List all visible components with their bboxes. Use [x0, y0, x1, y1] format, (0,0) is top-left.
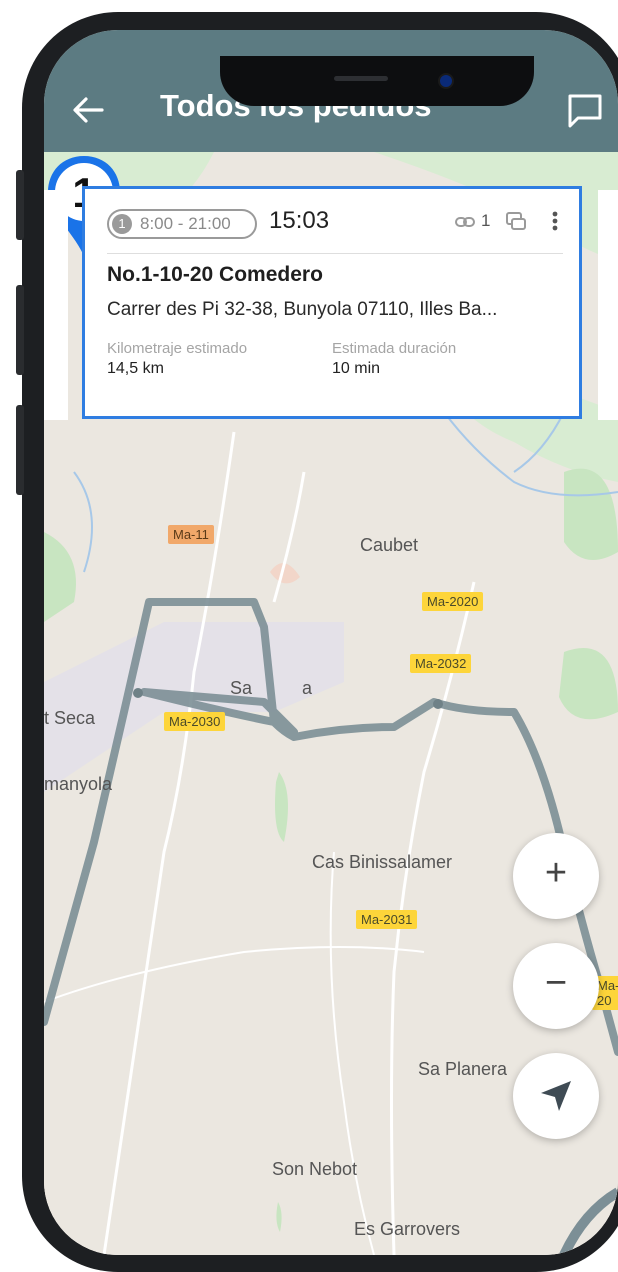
- time-window-badge: 1 8:00 - 21:00: [107, 209, 257, 239]
- map-place-label: Caubet: [360, 535, 419, 555]
- road-label: Ma-11: [168, 525, 214, 544]
- message-icon[interactable]: [505, 211, 527, 233]
- order-address: Carrer des Pi 32-38, Bunyola 07110, Ille…: [107, 299, 498, 320]
- phone-side-button: [16, 285, 24, 375]
- more-vert-icon[interactable]: [551, 209, 559, 233]
- card-divider: [107, 253, 563, 254]
- time-window: 8:00 - 21:00: [140, 214, 231, 233]
- map-place-label: Es Garrovers: [354, 1219, 461, 1239]
- phone-side-button: [16, 405, 24, 495]
- phone-side-button: [16, 170, 24, 240]
- minus-icon: −: [544, 962, 568, 1004]
- navigation-arrow-icon: [541, 1081, 571, 1111]
- map-place-label: Son Nebot: [272, 1159, 358, 1179]
- map-place-label: Sa Planera: [418, 1059, 508, 1079]
- map-place-label: manyola: [44, 774, 113, 794]
- order-card[interactable]: 1 8:00 - 21:00 15:03 1 No.1-10-20 Comede…: [82, 186, 582, 419]
- road-label: Ma-2020: [422, 592, 484, 611]
- distance-label: Kilometraje estimado: [107, 340, 248, 357]
- back-button[interactable]: [68, 90, 108, 130]
- duration-label: Estimada duración: [332, 340, 457, 357]
- map-place-label: Sa: [230, 678, 253, 698]
- links-count: 1: [481, 211, 491, 230]
- road-label: Ma-2032: [410, 654, 472, 673]
- next-card-edge[interactable]: [598, 190, 618, 420]
- chat-button[interactable]: [564, 90, 606, 130]
- phone-speaker: [334, 76, 388, 81]
- locate-button[interactable]: [513, 1053, 599, 1139]
- distance-value: 14,5 km: [107, 360, 164, 377]
- map-place-label: a: [302, 678, 313, 698]
- phone-screen: Todos los pedidos: [44, 30, 618, 1255]
- road-label: Ma-2030: [164, 712, 226, 731]
- previous-card-edge[interactable]: [44, 190, 68, 420]
- duration-value: 10 min: [332, 360, 381, 377]
- eta-time: 15:03: [269, 207, 330, 234]
- phone-camera: [438, 73, 454, 89]
- zoom-in-button[interactable]: +: [513, 833, 599, 919]
- arrow-left-icon: [73, 97, 104, 123]
- link-icon: [455, 217, 475, 227]
- zoom-out-button[interactable]: −: [513, 943, 599, 1029]
- map-place-label: Cas Binissalamer: [312, 852, 453, 872]
- chat-bubble-icon: [568, 94, 602, 128]
- road-label: Ma-2031: [356, 910, 418, 929]
- map-place-label: t Seca: [44, 708, 96, 728]
- plus-icon: +: [544, 852, 568, 894]
- phone-notch: [220, 56, 534, 106]
- order-name: No.1-10-20 Comedero: [107, 263, 323, 286]
- sequence-number: 1: [112, 214, 132, 234]
